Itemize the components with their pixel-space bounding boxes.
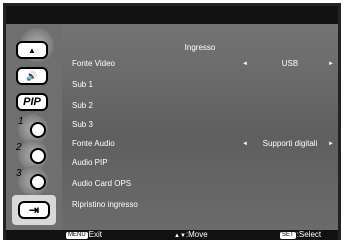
menu-item-sub-3[interactable]: Sub 3 [72,119,334,131]
menu-item-label: Ripristino ingresso [72,200,138,209]
speaker-icon: 🔊 [16,67,48,85]
picture-tab-box: ▲ [12,36,56,60]
menu-key-badge: MENU [66,232,88,239]
sidebar-tab-input[interactable]: ⇥ [12,195,56,225]
move-hint: ▲▼:Move [174,230,208,241]
menu-panel: Ingresso Fonte Video ◄ USB ► Sub 1 Sub 2… [62,24,338,230]
select-label: :Select [296,230,322,239]
tab-number-3: 3 [16,168,22,179]
left-arrow-icon[interactable]: ◄ [242,58,248,70]
wrench-icon [30,148,46,164]
sidebar: ▲ 🔊 PIP 1 2 3 ⇥ [6,24,62,230]
sidebar-tab-3[interactable]: 3 [10,164,58,196]
sidebar-tab-1[interactable]: 1 [10,112,58,144]
fonte-audio-value: Supporti digitali [262,139,318,148]
sidebar-tab-picture[interactable]: ▲ [10,28,58,62]
select-hint: SET:Select [280,230,321,240]
input-icon: ⇥ [18,201,50,219]
menu-item-sub-1[interactable]: Sub 1 [72,79,334,91]
menu-item-label: Fonte Audio [72,139,115,148]
menu-item-label: Sub 3 [72,120,93,129]
sidebar-tab-2[interactable]: 2 [10,138,58,170]
menu-item-sub-2[interactable]: Sub 2 [72,100,334,112]
set-key-badge: SET [280,232,296,239]
audio-tab-box: 🔊 [12,62,56,86]
menu-item-audio-card-ops[interactable]: Audio Card OPS [72,178,334,190]
picture-icon: ▲ [16,41,48,59]
menu-item-label: Audio PIP [72,158,108,167]
menu-item-label: Sub 2 [72,101,93,110]
tab-number-2: 2 [16,142,22,153]
menu-item-ripristino-ingresso[interactable]: Ripristino ingresso [72,199,334,211]
menu-item-fonte-audio[interactable]: Fonte Audio ◄ Supporti digitali ► [72,138,334,150]
osd-window: ▲ 🔊 PIP 1 2 3 ⇥ Ingresso Fonte Video ◄ U… [3,3,341,240]
sidebar-tab-pip[interactable]: PIP [10,84,58,112]
tab-number-1: 1 [18,116,24,127]
sidebar-tab-audio[interactable]: 🔊 [10,58,58,86]
menu-item-audio-pip[interactable]: Audio PIP [72,157,334,169]
menu-item-label: Audio Card OPS [72,179,132,188]
fonte-video-value: USB [281,59,299,68]
exit-hint: MENU Exit [66,230,102,240]
menu-item-fonte-video[interactable]: Fonte Video ◄ USB ► [72,58,334,70]
wrench-icon [30,122,46,138]
menu-item-label: Sub 1 [72,80,93,89]
pip-icon: PIP [16,93,48,111]
up-down-arrows-icon: ▲▼ [174,233,186,239]
menu-item-label: Fonte Video [72,59,115,68]
move-label: :Move [185,230,208,239]
right-arrow-icon[interactable]: ► [328,138,334,150]
footer-hint-bar: MENU Exit ▲▼:Move SET:Select [6,230,338,240]
left-arrow-icon[interactable]: ◄ [242,138,248,150]
top-bar [6,6,338,24]
menu-title: Ingresso [184,43,216,52]
exit-label: Exit [88,230,103,239]
pip-tab-box: PIP [12,88,56,112]
right-arrow-icon[interactable]: ► [328,58,334,70]
wrench-icon [30,174,46,190]
